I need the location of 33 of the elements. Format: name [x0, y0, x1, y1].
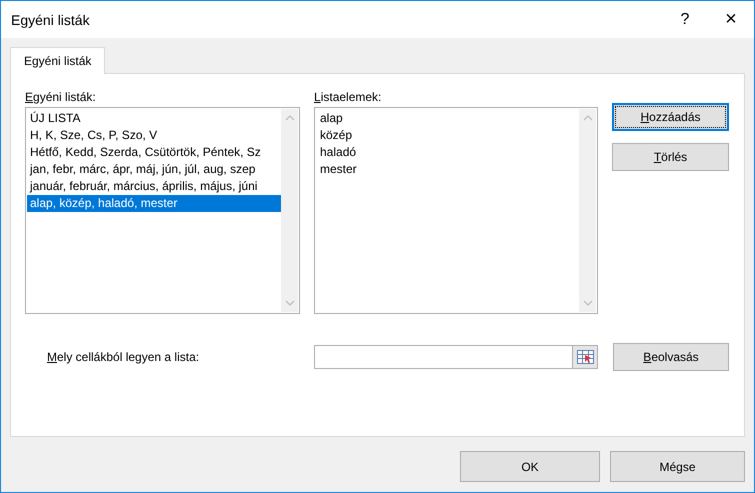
list-item[interactable]: Hétfő, Kedd, Szerda, Csütörtök, Péntek, Sz: [27, 144, 281, 161]
entry-text: alap: [319, 110, 344, 127]
grid-icon: [576, 350, 594, 364]
close-button[interactable]: ×: [708, 1, 754, 38]
range-select-button[interactable]: [572, 346, 597, 368]
list-item[interactable]: ÚJ LISTA: [27, 110, 281, 127]
list-item[interactable]: jan, febr, márc, ápr, máj, jún, júl, aug, szep: [27, 161, 281, 178]
cancel-button[interactable]: Mégse: [610, 451, 745, 482]
add-button[interactable]: Hozzáadás: [612, 103, 729, 131]
help-button[interactable]: ?: [662, 1, 708, 38]
scrollbar[interactable]: [281, 109, 298, 312]
scroll-down-icon[interactable]: [582, 300, 592, 306]
entries-label: Listaelemek:: [314, 90, 382, 104]
list-item[interactable]: H, K, Sze, Cs, P, Szo, V: [27, 127, 281, 144]
list-entries-box[interactable]: alap közép haladó mester: [314, 107, 598, 314]
entry-text: haladó: [319, 144, 358, 161]
window-title: Egyéni listák: [11, 12, 91, 28]
delete-button[interactable]: Törlés: [612, 143, 729, 171]
cell-range-field[interactable]: [314, 345, 598, 369]
import-label: Mely cellákból legyen a lista:: [46, 350, 200, 364]
list-item[interactable]: alap, közép, haladó, mester: [27, 195, 281, 212]
entry-text: közép: [319, 127, 354, 144]
ok-button[interactable]: OK: [460, 451, 600, 482]
tab[interactable]: Egyéni listák: [10, 47, 106, 74]
scroll-up-icon[interactable]: [582, 115, 592, 121]
custom-lists-listbox[interactable]: ÚJ LISTA H, K, Sze, Cs, P, Szo, V Hétfő, Kedd, Szerda, Csütörtök, Péntek, Sz jan, febr, márc, ápr, máj, jún, júl, aug, szep január, február, március, április, május, júni alap, közép, haladó, mester: [25, 107, 300, 314]
import-button[interactable]: Beolvasás: [613, 343, 729, 371]
list-item[interactable]: január, február, március, április, május, júni: [27, 178, 281, 195]
scrollbar[interactable]: [579, 109, 596, 312]
list-label: Egyéni listák:: [25, 90, 97, 104]
entry-text: mester: [319, 161, 358, 178]
scroll-up-icon[interactable]: [284, 115, 294, 121]
scroll-down-icon[interactable]: [284, 300, 294, 306]
